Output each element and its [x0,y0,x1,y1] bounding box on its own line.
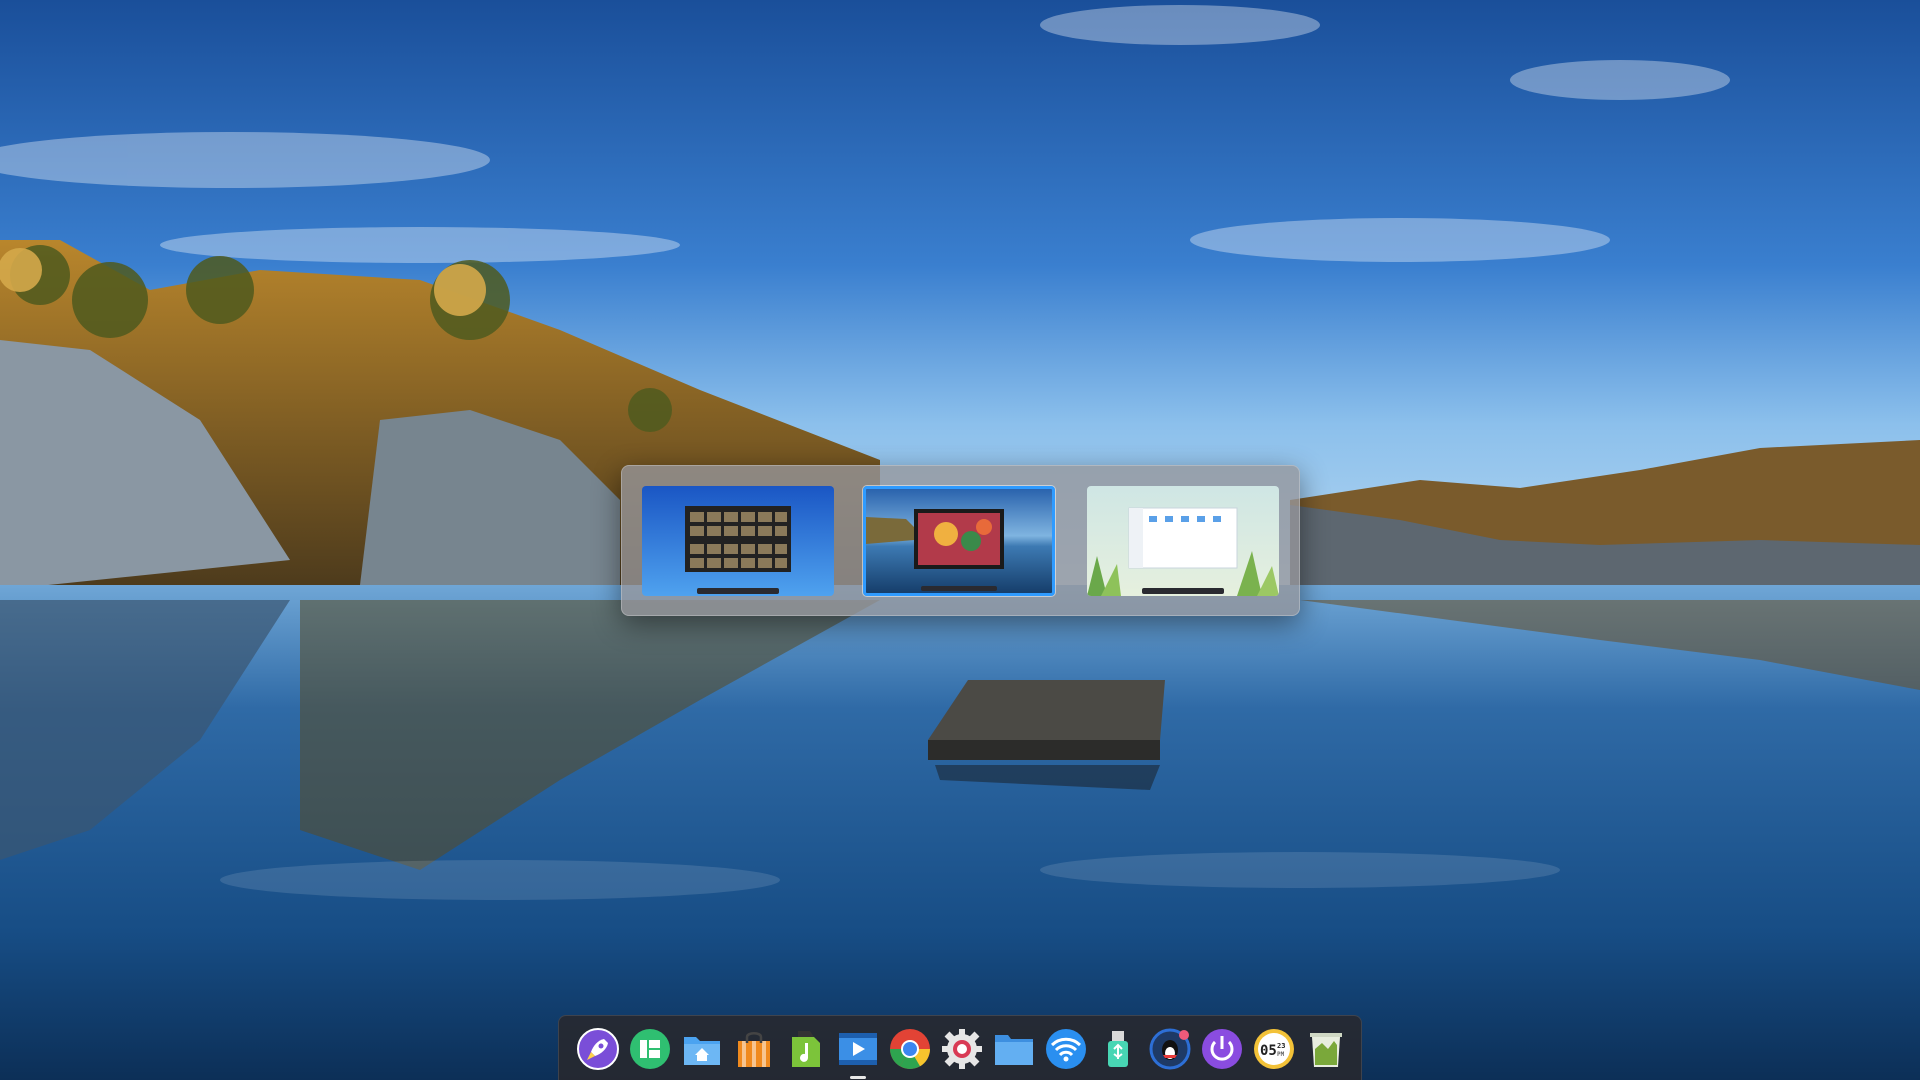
penguin-icon [1149,1028,1191,1070]
dock-shutdown[interactable] [1200,1027,1244,1071]
clock-icon: 05 23 PM [1254,1029,1294,1069]
dock-usb-device[interactable] [1096,1027,1140,1071]
dock-chrome[interactable] [888,1027,932,1071]
dock-file-manager[interactable] [680,1027,724,1071]
rocket-icon [577,1028,619,1070]
dock-qq[interactable] [1148,1027,1192,1071]
dock-multitasking[interactable] [628,1027,672,1071]
dock-folder[interactable] [992,1027,1036,1071]
chrome-icon [890,1029,930,1069]
dock-app-store[interactable] [732,1027,776,1071]
dock-launcher[interactable] [576,1027,620,1071]
clock-ampm-text: PM [1277,1051,1285,1058]
music-icon [792,1031,820,1067]
shopping-bag-icon [738,1032,770,1067]
dock-trash[interactable] [1304,1027,1348,1071]
running-indicator [850,1076,866,1079]
workspace-1-preview [642,486,834,596]
trash-icon [1310,1033,1342,1067]
dock-music[interactable] [784,1027,828,1071]
dock-network[interactable] [1044,1027,1088,1071]
workspace-switcher [621,465,1300,616]
workspace-2-preview [866,489,1052,593]
workspace-thumbnail-2[interactable] [863,486,1055,596]
dock: 05 23 PM [558,1015,1362,1080]
power-icon [1202,1029,1242,1069]
clock-minute-text: 23 [1277,1042,1285,1050]
dock-clock[interactable]: 05 23 PM [1252,1027,1296,1071]
folder-icon [995,1035,1033,1065]
usb-icon [1108,1031,1128,1067]
dock-movie[interactable] [836,1027,880,1071]
workspace-thumbnail-3[interactable] [1087,486,1279,596]
dock-control-center[interactable] [940,1027,984,1071]
multitasking-icon [630,1029,670,1069]
workspace-3-preview [1087,486,1279,596]
wifi-icon [1046,1029,1086,1069]
gear-icon [942,1029,982,1069]
workspace-thumbnail-1[interactable] [642,486,834,596]
movie-icon [839,1033,877,1065]
clock-hour-text: 05 [1260,1043,1277,1059]
home-folder-icon [684,1037,720,1065]
